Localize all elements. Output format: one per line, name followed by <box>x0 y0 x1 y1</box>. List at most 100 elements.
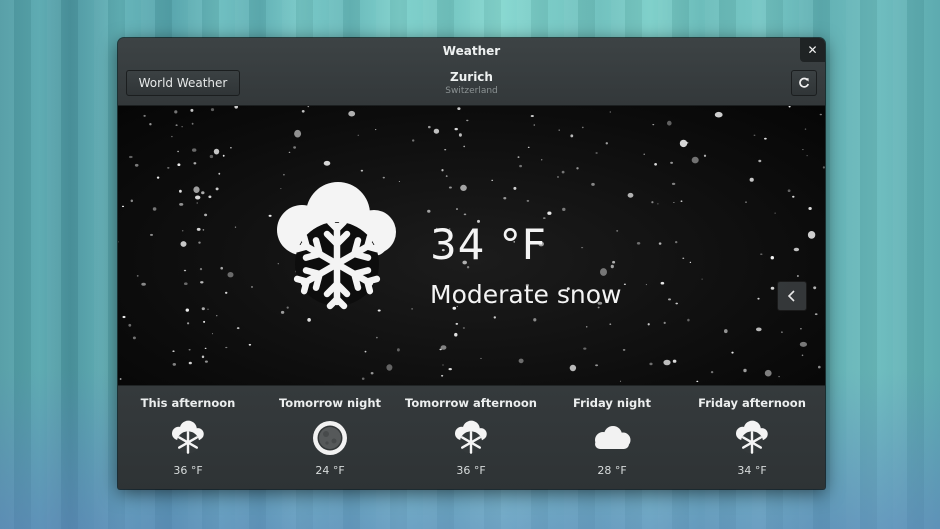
snow-speck <box>225 346 228 349</box>
snow-speck <box>195 195 201 200</box>
snow-speck <box>208 195 212 199</box>
snow-speck <box>180 241 187 247</box>
snow-speck <box>645 284 648 286</box>
snow-speck <box>770 286 775 290</box>
snow-speck <box>600 268 607 276</box>
snow-speck <box>682 257 685 259</box>
snow-speck <box>175 124 178 126</box>
snow-speck <box>480 357 482 359</box>
snow-speck <box>760 253 763 255</box>
toggle-sidebar-button[interactable] <box>777 281 807 311</box>
forecast-temp: 36 °F <box>456 464 486 477</box>
snow-speck <box>753 134 756 136</box>
snow-speck <box>800 328 802 330</box>
snow-speck <box>444 149 447 151</box>
snow-speck <box>788 106 791 108</box>
snow-speck <box>227 272 234 278</box>
snow-speck <box>689 261 692 263</box>
snow-speck <box>288 151 291 153</box>
snow-speck <box>204 360 208 363</box>
snow-speck <box>513 186 517 190</box>
snow-speck <box>667 120 672 126</box>
snow-speck <box>143 114 146 117</box>
snow-icon <box>172 420 204 454</box>
snow-icon <box>736 420 768 454</box>
snow-speck <box>680 200 683 202</box>
snow-speck <box>193 162 197 165</box>
snow-speck <box>749 177 754 182</box>
snow-speck <box>375 129 377 131</box>
snow-speck <box>294 129 302 138</box>
snow-speck <box>200 281 204 284</box>
snow-speck <box>207 308 209 310</box>
snow-speck <box>503 197 507 200</box>
snow-speck <box>649 362 653 366</box>
snow-speck <box>643 153 645 155</box>
snow-speck <box>463 213 467 216</box>
snow-speck <box>171 135 173 138</box>
snow-speck <box>172 363 176 366</box>
snow-speck <box>215 187 219 191</box>
snow-speck <box>196 227 201 231</box>
snow-speck <box>190 108 194 112</box>
snow-speck <box>533 124 536 126</box>
snow-speck <box>801 354 804 357</box>
snow-speck <box>814 313 818 316</box>
country-name: Switzerland <box>445 86 498 96</box>
snow-speck <box>808 207 812 210</box>
snow-speck <box>149 123 152 126</box>
snow-speck <box>764 137 767 140</box>
snow-speck <box>636 242 641 245</box>
snow-speck <box>427 209 431 213</box>
snow-speck <box>433 128 440 134</box>
snow-speck <box>236 327 240 330</box>
snow-speck <box>519 164 522 168</box>
forecast-strip: This afternoon 36 °F Tomorrow night 24 °… <box>118 385 825 489</box>
snow-speck <box>570 134 574 138</box>
snow-speck <box>445 175 448 177</box>
snow-speck <box>619 380 622 382</box>
snow-speck <box>686 141 689 144</box>
snow-speck <box>745 201 747 203</box>
snow-speck <box>561 170 565 174</box>
snow-speck <box>222 154 225 157</box>
snow-speck <box>218 172 221 175</box>
forecast-temp: 36 °F <box>173 464 203 477</box>
snow-speck <box>199 267 203 271</box>
snow-speck <box>357 134 360 136</box>
snow-speck <box>234 226 237 228</box>
snow-speck <box>781 331 783 333</box>
snow-speck <box>562 207 566 211</box>
close-button[interactable]: ✕ <box>800 38 825 62</box>
refresh-button[interactable] <box>791 70 817 96</box>
snow-speck <box>813 286 817 290</box>
snow-speck <box>122 315 126 319</box>
snow-speck <box>651 201 654 204</box>
snow-speck <box>209 154 214 159</box>
snow-speck <box>518 358 524 364</box>
snow-speck <box>211 333 214 335</box>
snow-speck <box>119 378 122 380</box>
snow-speck <box>348 110 356 117</box>
snow-speck <box>441 374 444 377</box>
snow-speck <box>663 321 666 324</box>
snow-speck <box>202 229 205 231</box>
chevron-left-icon <box>787 290 795 302</box>
snow-speck <box>710 371 714 374</box>
snow-speck <box>132 336 136 340</box>
snow-speck <box>756 327 762 332</box>
snow-speck <box>770 256 774 260</box>
snow-speck <box>248 343 252 346</box>
snow-speck <box>301 110 305 113</box>
clear-night-icon <box>313 421 347 455</box>
snow-speck <box>679 139 688 148</box>
snow-speck <box>796 275 799 277</box>
snow-speck <box>764 369 772 377</box>
snow-speck <box>213 148 220 155</box>
snow-speck <box>610 264 614 269</box>
refresh-icon <box>799 77 810 88</box>
snow-speck <box>622 349 626 351</box>
snow-speck <box>460 184 467 191</box>
snow-speck <box>652 124 655 126</box>
snow-speck <box>612 260 616 264</box>
